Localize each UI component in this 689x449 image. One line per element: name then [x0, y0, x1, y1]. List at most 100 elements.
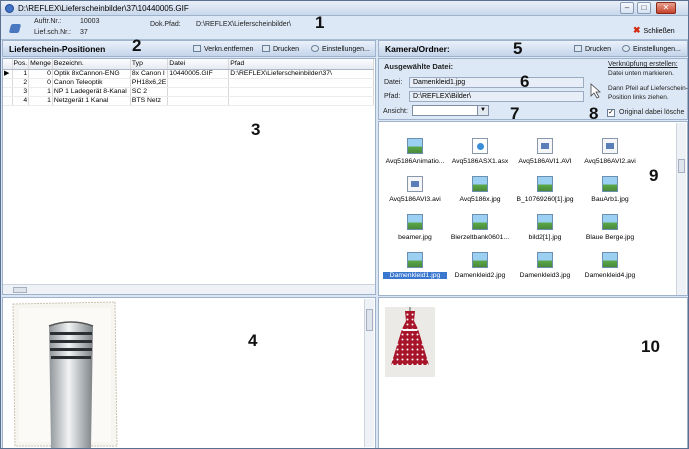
cell-pfad[interactable] — [228, 96, 375, 106]
cell-menge[interactable]: 0 — [28, 69, 53, 79]
cell-datei[interactable] — [167, 78, 230, 88]
cell-pos[interactable]: 4 — [12, 96, 30, 106]
cell-typ[interactable]: SC 2 — [130, 87, 169, 97]
cell-datei[interactable]: 10440005.GIF — [167, 69, 230, 79]
callout-2: 2 — [132, 36, 142, 55]
cell-datei[interactable] — [167, 96, 230, 106]
datei-field[interactable]: Damenkleid1.jpg — [409, 77, 584, 88]
column-header-typ[interactable]: Typ — [130, 59, 169, 70]
chevron-down-icon[interactable]: ▼ — [477, 106, 488, 115]
positions-settings-button[interactable]: Einstellungen... — [311, 45, 370, 53]
file-item[interactable]: Damenkleid3.jpg — [513, 252, 577, 292]
file-item[interactable]: Avq5186AVI2.avi — [578, 138, 642, 178]
file-item[interactable]: bild2[1].jpg — [513, 214, 577, 254]
horizontal-scrollbar[interactable] — [3, 284, 375, 294]
table-row[interactable]: ▶ 1 0 Optik 8xCannon-ENG 8x Canon I 1044… — [3, 69, 375, 79]
cell-menge[interactable]: 0 — [28, 78, 53, 88]
cell-pfad[interactable]: D:\REFLEX\Lieferscheinbilder\37\ — [228, 69, 375, 79]
cell-menge[interactable]: 1 — [28, 87, 53, 97]
gear-icon — [622, 45, 630, 52]
minimize-button[interactable]: – — [620, 2, 634, 14]
table-row[interactable]: 3 1 NP 1 Ladegerät 8-Kanal SC 2 — [3, 87, 375, 97]
cell-pos[interactable]: 2 — [12, 78, 30, 88]
app-icon — [5, 4, 14, 13]
image-file-icon — [602, 214, 618, 230]
verkn-entfernen-button[interactable]: Verkn.entfernen — [193, 45, 253, 53]
file-item[interactable]: Damenkleid2.jpg — [448, 252, 512, 292]
file-name: Damenkleid4.jpg — [584, 272, 636, 279]
files-vertical-scrollbar[interactable] — [676, 123, 686, 295]
pfad-field[interactable]: D:\REFLEX\Bilder\ — [409, 91, 584, 102]
schliessen-button[interactable]: ✖ Schließen — [633, 25, 675, 36]
cell-bezeichn[interactable]: NP 1 Ladegerät 8-Kanal — [52, 87, 131, 97]
maximize-button[interactable]: □ — [637, 2, 651, 14]
callout-5: 5 — [513, 39, 523, 58]
file-item[interactable]: B_10769260[1].jpg — [513, 176, 577, 216]
title-bar[interactable]: D:\REFLEX\Lieferscheinbilder\37\10440005… — [1, 1, 688, 16]
file-browser[interactable]: Avq5186Animatio... Avq5186ASX1.asx Avq5186… — [378, 121, 688, 296]
column-header-pos[interactable]: Pos. — [12, 59, 30, 70]
column-header-bezeichn[interactable]: Bezeichn. — [52, 59, 131, 70]
image-file-icon — [537, 214, 553, 230]
camera-print-button[interactable]: Drucken — [574, 45, 611, 53]
cell-pos[interactable]: 1 — [12, 69, 30, 79]
file-item[interactable]: Avq5186ASX1.asx — [448, 138, 512, 178]
file-item[interactable]: Damenkleid4.jpg — [578, 252, 642, 292]
scrollbar-thumb[interactable] — [13, 287, 27, 293]
file-item[interactable]: Blaue Berge.jpg — [578, 214, 642, 254]
column-header-menge[interactable]: Menge — [28, 59, 53, 70]
verknuepfung-link[interactable]: Verknüpfung erstellen: — [608, 61, 678, 68]
ansicht-dropdown[interactable]: ▼ — [412, 105, 489, 116]
row-marker-header — [3, 59, 13, 70]
dokpfad-label: Dok.Pfad: — [150, 21, 181, 28]
drag-arrow-icon[interactable] — [589, 83, 603, 99]
camera-panel-header: Kamera/Ordner: Drucken Einstellungen... — [378, 40, 688, 57]
file-item[interactable]: Avq5186x.jpg — [448, 176, 512, 216]
file-name: Avq5186x.jpg — [459, 196, 501, 203]
scrollbar-thumb[interactable] — [366, 309, 373, 331]
file-item[interactable]: BauArb1.jpg — [578, 176, 642, 216]
file-name: Bierzeltbank0601... — [450, 234, 510, 241]
file-name: Blaue Berge.jpg — [585, 234, 635, 241]
file-item[interactable]: Avq5186Animatio... — [383, 138, 447, 178]
row-marker — [3, 87, 13, 97]
file-item[interactable]: Avq5186AVI3.avi — [383, 176, 447, 216]
cell-typ[interactable]: PH18x6,2E — [130, 78, 169, 88]
cell-bezeichn[interactable]: Netzgerät 1 Kanal — [52, 96, 131, 106]
verkn-entfernen-label: Verkn.entfernen — [204, 46, 254, 53]
callout-3: 3 — [251, 120, 261, 139]
positions-grid[interactable]: Pos. Menge Bezeichn. Typ Datei Pfad ▶ 1 … — [2, 58, 376, 295]
file-item[interactable]: Damenkleid1.jpg — [383, 252, 447, 292]
cell-menge[interactable]: 1 — [28, 96, 53, 106]
file-name: Avq5186ASX1.asx — [451, 158, 509, 165]
scrollbar-thumb[interactable] — [678, 159, 685, 173]
file-item[interactable]: beamer.jpg — [383, 214, 447, 254]
image-file-icon — [407, 214, 423, 230]
image-file-icon — [472, 176, 488, 192]
cell-typ[interactable]: 8x Canon I — [130, 69, 169, 79]
image-file-icon — [537, 176, 553, 192]
file-name: Avq5186Animatio... — [385, 158, 445, 165]
cell-pfad[interactable] — [228, 87, 375, 97]
column-header-pfad[interactable]: Pfad — [228, 59, 375, 70]
application-window: D:\REFLEX\Lieferscheinbilder\37\10440005… — [0, 0, 689, 449]
cell-pos[interactable]: 3 — [12, 87, 30, 97]
table-row[interactable]: 2 0 Canon Teleoptik PH18x6,2E — [3, 78, 375, 88]
preview-vertical-scrollbar[interactable] — [364, 299, 374, 447]
table-row[interactable]: 4 1 Netzgerät 1 Kanal BTS Netz — [3, 96, 375, 106]
file-item[interactable]: Avq5186AVI1.AVI — [513, 138, 577, 178]
cell-bezeichn[interactable]: Optik 8xCannon-ENG — [52, 69, 131, 79]
dress-thumbnail-image — [385, 307, 435, 377]
cell-datei[interactable] — [167, 87, 230, 97]
cell-typ[interactable]: BTS Netz — [130, 96, 169, 106]
original-delete-checkbox[interactable]: ✓ — [607, 109, 615, 117]
file-name: Avq5186AVI2.avi — [584, 158, 636, 165]
file-item[interactable]: Bierzeltbank0601... — [448, 214, 512, 254]
column-header-datei[interactable]: Datei — [167, 59, 230, 70]
positions-print-button[interactable]: Drucken — [262, 45, 299, 53]
window-close-button[interactable]: ✕ — [656, 2, 676, 14]
cell-bezeichn[interactable]: Canon Teleoptik — [52, 78, 131, 88]
cell-pfad[interactable] — [228, 78, 375, 88]
callout-1: 1 — [315, 13, 325, 32]
camera-settings-button[interactable]: Einstellungen... — [622, 45, 681, 53]
